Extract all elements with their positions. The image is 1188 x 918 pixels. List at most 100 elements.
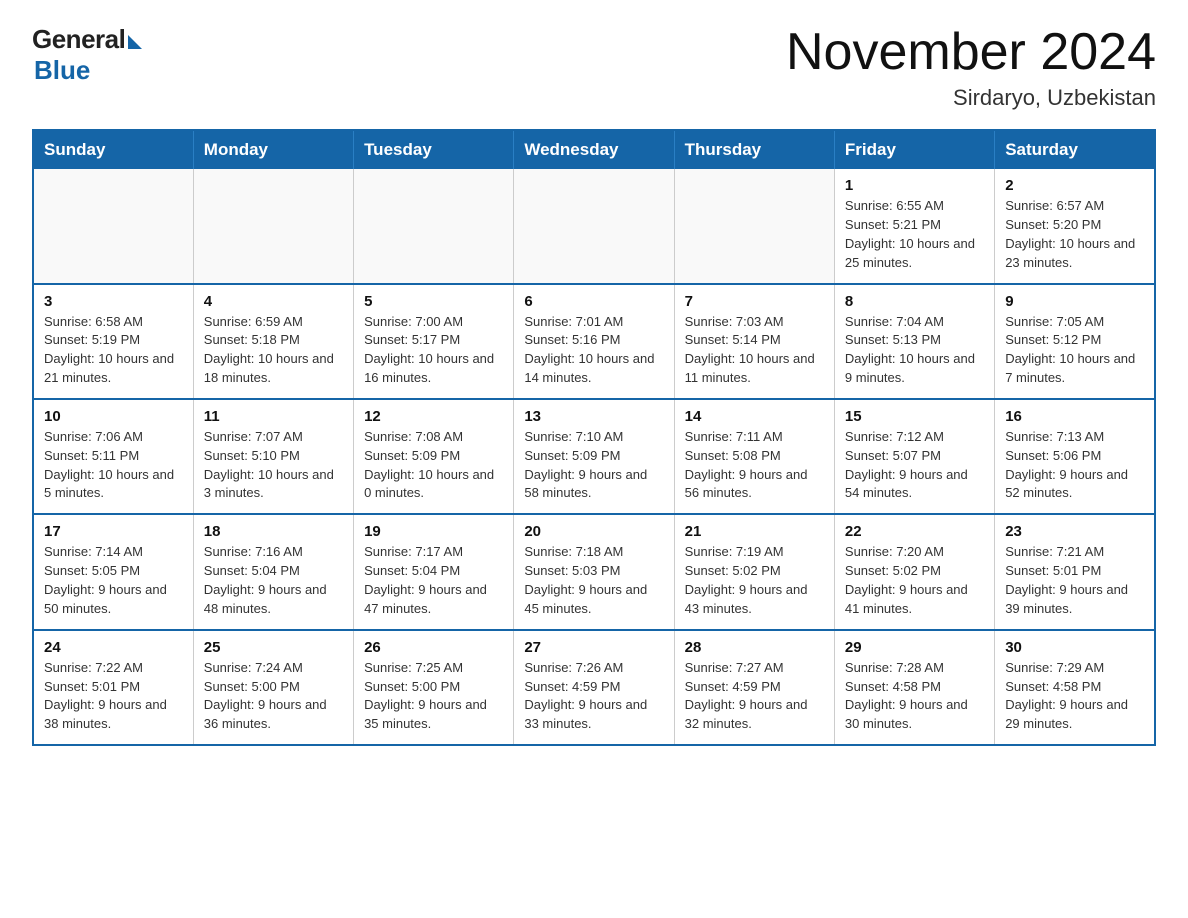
calendar-body: 1Sunrise: 6:55 AM Sunset: 5:21 PM Daylig… — [33, 169, 1155, 745]
day-info: Sunrise: 7:14 AM Sunset: 5:05 PM Dayligh… — [44, 543, 183, 618]
day-info: Sunrise: 6:59 AM Sunset: 5:18 PM Dayligh… — [204, 313, 343, 388]
day-number: 12 — [364, 408, 503, 425]
day-info: Sunrise: 7:19 AM Sunset: 5:02 PM Dayligh… — [685, 543, 824, 618]
day-number: 26 — [364, 639, 503, 656]
day-number: 18 — [204, 523, 343, 540]
day-info: Sunrise: 7:16 AM Sunset: 5:04 PM Dayligh… — [204, 543, 343, 618]
calendar-cell: 9 Sunrise: 7:05 AM Sunset: 5:12 PM Daylig… — [995, 284, 1155, 399]
day-of-week-tuesday: Tuesday — [354, 130, 514, 169]
day-number: 21 — [685, 523, 824, 540]
calendar-cell: 1Sunrise: 6:55 AM Sunset: 5:21 PM Daylig… — [834, 169, 994, 283]
calendar-week-5: 24 Sunrise: 7:22 AM Sunset: 5:01 PM Dayli… — [33, 630, 1155, 745]
day-info: Sunrise: 7:26 AM Sunset: 4:59 PM Dayligh… — [524, 659, 663, 734]
calendar-cell — [514, 169, 674, 283]
day-info: Sunrise: 7:22 AM Sunset: 5:01 PM Dayligh… — [44, 659, 183, 734]
day-of-week-wednesday: Wednesday — [514, 130, 674, 169]
location-subtitle: Sirdaryo, Uzbekistan — [786, 85, 1156, 111]
day-info: Sunrise: 7:04 AM Sunset: 5:13 PM Dayligh… — [845, 313, 984, 388]
calendar-table: SundayMondayTuesdayWednesdayThursdayFrid… — [32, 129, 1156, 746]
logo: General Blue — [32, 24, 142, 86]
day-info: Sunrise: 7:27 AM Sunset: 4:59 PM Dayligh… — [685, 659, 824, 734]
day-info: Sunrise: 7:11 AM Sunset: 5:08 PM Dayligh… — [685, 428, 824, 503]
day-info: Sunrise: 7:08 AM Sunset: 5:09 PM Dayligh… — [364, 428, 503, 503]
day-number: 19 — [364, 523, 503, 540]
day-info: Sunrise: 7:05 AM Sunset: 5:12 PM Dayligh… — [1005, 313, 1144, 388]
calendar-cell: 24 Sunrise: 7:22 AM Sunset: 5:01 PM Dayli… — [33, 630, 193, 745]
days-of-week-row: SundayMondayTuesdayWednesdayThursdayFrid… — [33, 130, 1155, 169]
calendar-cell: 6 Sunrise: 7:01 AM Sunset: 5:16 PM Daylig… — [514, 284, 674, 399]
calendar-header: SundayMondayTuesdayWednesdayThursdayFrid… — [33, 130, 1155, 169]
day-number: 2 — [1005, 177, 1144, 194]
calendar-cell: 23 Sunrise: 7:21 AM Sunset: 5:01 PM Dayli… — [995, 514, 1155, 629]
day-number: 10 — [44, 408, 183, 425]
day-number: 8 — [845, 293, 984, 310]
day-number: 24 — [44, 639, 183, 656]
calendar-week-3: 10Sunrise: 7:06 AM Sunset: 5:11 PM Dayli… — [33, 399, 1155, 514]
calendar-cell: 17 Sunrise: 7:14 AM Sunset: 5:05 PM Dayli… — [33, 514, 193, 629]
day-info: Sunrise: 7:13 AM Sunset: 5:06 PM Dayligh… — [1005, 428, 1144, 503]
calendar-cell: 7 Sunrise: 7:03 AM Sunset: 5:14 PM Daylig… — [674, 284, 834, 399]
calendar-cell: 26Sunrise: 7:25 AM Sunset: 5:00 PM Dayli… — [354, 630, 514, 745]
day-number: 4 — [204, 293, 343, 310]
day-number: 28 — [685, 639, 824, 656]
calendar-cell — [674, 169, 834, 283]
calendar-cell: 30 Sunrise: 7:29 AM Sunset: 4:58 PM Dayli… — [995, 630, 1155, 745]
day-info: Sunrise: 6:58 AM Sunset: 5:19 PM Dayligh… — [44, 313, 183, 388]
day-of-week-sunday: Sunday — [33, 130, 193, 169]
month-title: November 2024 — [786, 24, 1156, 81]
day-info: Sunrise: 7:10 AM Sunset: 5:09 PM Dayligh… — [524, 428, 663, 503]
calendar-cell: 25 Sunrise: 7:24 AM Sunset: 5:00 PM Dayli… — [193, 630, 353, 745]
calendar-cell — [33, 169, 193, 283]
day-number: 7 — [685, 293, 824, 310]
day-info: Sunrise: 7:07 AM Sunset: 5:10 PM Dayligh… — [204, 428, 343, 503]
title-block: November 2024 Sirdaryo, Uzbekistan — [786, 24, 1156, 111]
day-info: Sunrise: 7:17 AM Sunset: 5:04 PM Dayligh… — [364, 543, 503, 618]
day-number: 22 — [845, 523, 984, 540]
calendar-cell: 22Sunrise: 7:20 AM Sunset: 5:02 PM Dayli… — [834, 514, 994, 629]
day-of-week-saturday: Saturday — [995, 130, 1155, 169]
calendar-cell: 29 Sunrise: 7:28 AM Sunset: 4:58 PM Dayli… — [834, 630, 994, 745]
day-number: 15 — [845, 408, 984, 425]
calendar-cell: 28 Sunrise: 7:27 AM Sunset: 4:59 PM Dayli… — [674, 630, 834, 745]
logo-blue-text: Blue — [34, 55, 90, 86]
calendar-cell: 4 Sunrise: 6:59 AM Sunset: 5:18 PM Daylig… — [193, 284, 353, 399]
day-info: Sunrise: 7:21 AM Sunset: 5:01 PM Dayligh… — [1005, 543, 1144, 618]
day-info: Sunrise: 7:01 AM Sunset: 5:16 PM Dayligh… — [524, 313, 663, 388]
calendar-cell: 2 Sunrise: 6:57 AM Sunset: 5:20 PM Daylig… — [995, 169, 1155, 283]
day-number: 17 — [44, 523, 183, 540]
day-info: Sunrise: 7:03 AM Sunset: 5:14 PM Dayligh… — [685, 313, 824, 388]
calendar-cell: 10Sunrise: 7:06 AM Sunset: 5:11 PM Dayli… — [33, 399, 193, 514]
calendar-cell: 14Sunrise: 7:11 AM Sunset: 5:08 PM Dayli… — [674, 399, 834, 514]
calendar-cell: 19 Sunrise: 7:17 AM Sunset: 5:04 PM Dayli… — [354, 514, 514, 629]
logo-arrow-icon — [128, 35, 142, 49]
day-number: 9 — [1005, 293, 1144, 310]
day-info: Sunrise: 7:24 AM Sunset: 5:00 PM Dayligh… — [204, 659, 343, 734]
calendar-cell: 18 Sunrise: 7:16 AM Sunset: 5:04 PM Dayli… — [193, 514, 353, 629]
calendar-cell — [354, 169, 514, 283]
day-number: 27 — [524, 639, 663, 656]
day-number: 16 — [1005, 408, 1144, 425]
day-of-week-thursday: Thursday — [674, 130, 834, 169]
day-number: 3 — [44, 293, 183, 310]
calendar-cell: 20Sunrise: 7:18 AM Sunset: 5:03 PM Dayli… — [514, 514, 674, 629]
day-number: 29 — [845, 639, 984, 656]
calendar-cell: 15 Sunrise: 7:12 AM Sunset: 5:07 PM Dayli… — [834, 399, 994, 514]
day-info: Sunrise: 7:28 AM Sunset: 4:58 PM Dayligh… — [845, 659, 984, 734]
calendar-week-2: 3 Sunrise: 6:58 AM Sunset: 5:19 PM Daylig… — [33, 284, 1155, 399]
day-number: 30 — [1005, 639, 1144, 656]
day-info: Sunrise: 7:12 AM Sunset: 5:07 PM Dayligh… — [845, 428, 984, 503]
day-info: Sunrise: 7:00 AM Sunset: 5:17 PM Dayligh… — [364, 313, 503, 388]
calendar-cell: 13Sunrise: 7:10 AM Sunset: 5:09 PM Dayli… — [514, 399, 674, 514]
day-number: 23 — [1005, 523, 1144, 540]
day-number: 6 — [524, 293, 663, 310]
day-number: 5 — [364, 293, 503, 310]
day-info: Sunrise: 6:57 AM Sunset: 5:20 PM Dayligh… — [1005, 197, 1144, 272]
logo-general-text: General — [32, 24, 125, 55]
calendar-cell: 27 Sunrise: 7:26 AM Sunset: 4:59 PM Dayli… — [514, 630, 674, 745]
day-number: 25 — [204, 639, 343, 656]
calendar-cell: 11Sunrise: 7:07 AM Sunset: 5:10 PM Dayli… — [193, 399, 353, 514]
day-info: Sunrise: 7:29 AM Sunset: 4:58 PM Dayligh… — [1005, 659, 1144, 734]
calendar-cell: 8 Sunrise: 7:04 AM Sunset: 5:13 PM Daylig… — [834, 284, 994, 399]
day-info: Sunrise: 6:55 AM Sunset: 5:21 PM Dayligh… — [845, 197, 984, 272]
calendar-cell: 16 Sunrise: 7:13 AM Sunset: 5:06 PM Dayli… — [995, 399, 1155, 514]
